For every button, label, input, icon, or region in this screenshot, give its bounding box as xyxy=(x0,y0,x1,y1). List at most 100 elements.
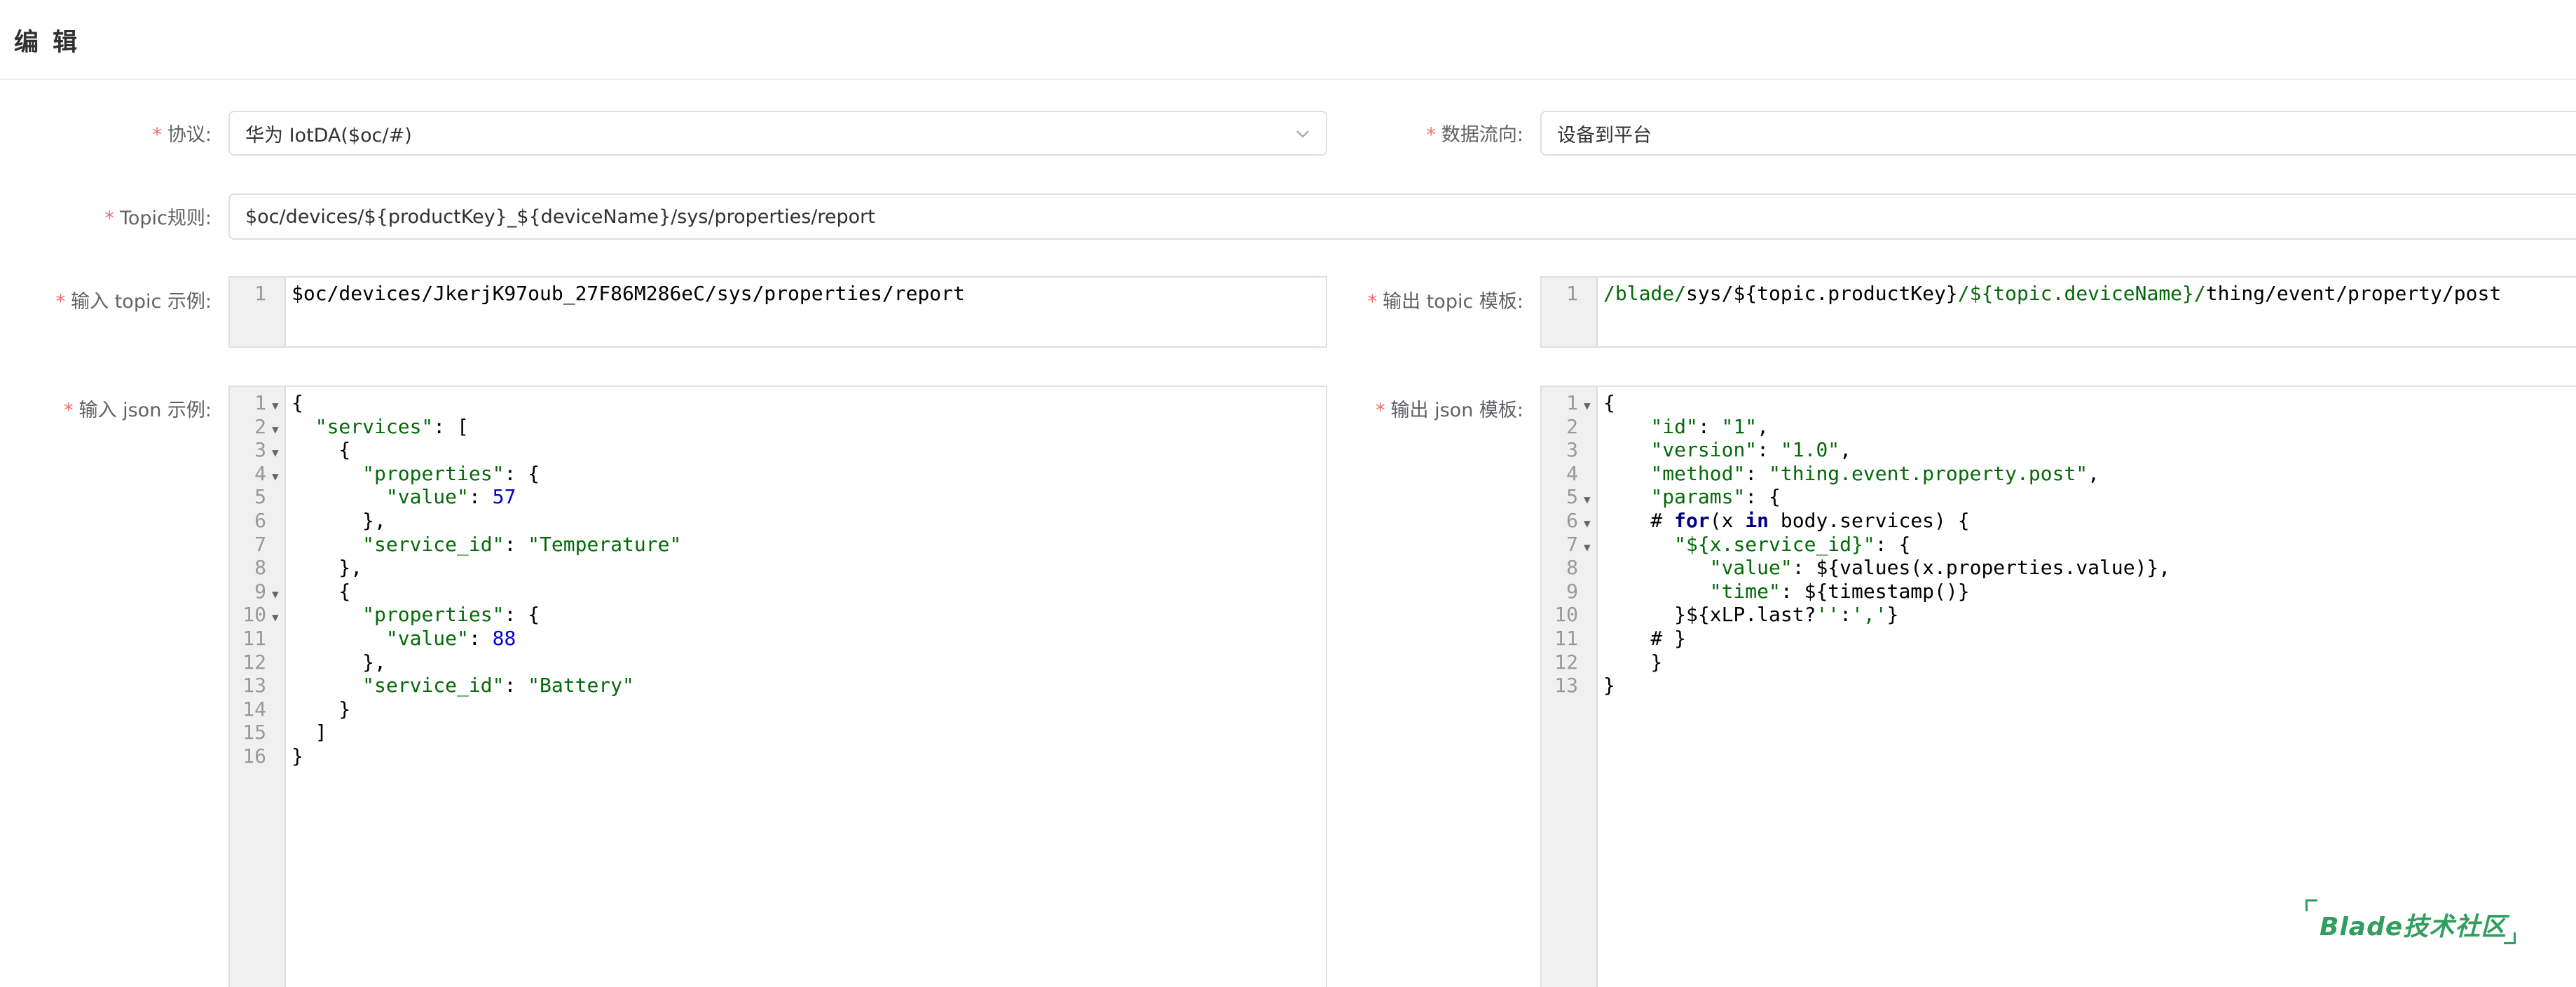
line-number: 15 xyxy=(242,721,266,744)
dialog-header: 编 辑 xyxy=(0,0,2576,80)
flow-value: 设备到平台 xyxy=(1557,124,1652,147)
line-number: 5 xyxy=(1566,485,1578,509)
line-number: 11 xyxy=(242,627,266,650)
fold-arrow-icon[interactable]: ▼ xyxy=(272,606,279,629)
flow-select[interactable]: 设备到平台 xyxy=(1540,111,2576,156)
code-line: "version": "1.0", xyxy=(1650,438,1852,462)
line-number: 11 xyxy=(1554,627,1578,650)
code-line: { xyxy=(292,438,351,462)
line-number: 5 xyxy=(254,485,266,509)
output-json-editor[interactable]: 1 ▼ 2 3 4 5 ▼ 6 ▼ 7 ▼ 8 9 10 11 12 13 { "id": "1", "vers… xyxy=(1540,386,2576,987)
fold-arrow-icon[interactable]: ▼ xyxy=(272,441,279,465)
code-line: "${x.service_id}": { xyxy=(1674,532,1911,556)
code-line: "services": [ xyxy=(315,414,469,438)
code-line: }, xyxy=(292,650,386,674)
line-number: 10 xyxy=(1554,603,1578,627)
fold-arrow-icon[interactable]: ▼ xyxy=(1584,488,1591,512)
code-line: "properties": { xyxy=(362,461,540,485)
topic-rule-label: * Topic规则: xyxy=(104,207,212,229)
line-gutter: 1 ▼ 2 3 4 5 ▼ 6 ▼ 7 ▼ 8 9 10 11 12 13 xyxy=(1542,387,1598,987)
flow-label: * 数据流向: xyxy=(1426,124,1523,146)
line-number: 9 xyxy=(254,579,266,603)
code-area[interactable]: /blade/sys/${topic.productKey}/${topic.d… xyxy=(1603,278,2576,346)
line-gutter: 1 xyxy=(230,278,286,346)
code-area[interactable]: { "id": "1", "version": "1.0", "method":… xyxy=(1603,387,2576,987)
code-line: "value": 88 xyxy=(385,627,516,650)
code-area[interactable]: $oc/devices/JkerjK97oub_27F86M286eC/sys/… xyxy=(292,278,1326,346)
line-number: 8 xyxy=(254,556,266,580)
output-topic-label: * 输出 topic 模板: xyxy=(1367,291,1523,313)
watermark-logo: Blade技术社区 xyxy=(2306,899,2516,944)
line-number: 10 xyxy=(242,603,266,627)
code-line: "params": { xyxy=(1650,485,1781,509)
code-line: "id": "1", xyxy=(1650,414,1769,438)
line-number: 6 xyxy=(254,509,266,532)
code-line: "service_id": "Temperature" xyxy=(362,532,682,556)
line-number: 2 xyxy=(1566,414,1578,438)
line-number: 1 xyxy=(254,391,266,414)
topic-rule-value: $oc/devices/${productKey}_${deviceName}/… xyxy=(245,205,875,228)
line-number: 12 xyxy=(242,650,266,674)
code-line: "properties": { xyxy=(362,603,540,627)
fold-arrow-icon[interactable]: ▼ xyxy=(272,418,279,442)
code-line: "time": ${timestamp()} xyxy=(1709,579,1970,603)
fold-arrow-icon[interactable]: ▼ xyxy=(272,583,279,606)
line-number: 6 xyxy=(1566,509,1578,532)
output-topic-editor[interactable]: 1 /blade/sys/${topic.productKey}/${topic… xyxy=(1540,276,2576,348)
code-line: # } xyxy=(1603,627,1687,650)
code-line: }, xyxy=(292,509,386,532)
line-number: 7 xyxy=(1566,532,1578,556)
code-line: /blade/sys/${topic.productKey}/${topic.d… xyxy=(1603,282,2502,305)
protocol-value: 华为 IotDA($oc/#) xyxy=(245,124,412,147)
code-line: } xyxy=(292,697,351,721)
line-number: 3 xyxy=(254,438,266,462)
fold-arrow-icon[interactable]: ▼ xyxy=(1584,512,1591,536)
topic-rule-input[interactable]: $oc/devices/${productKey}_${deviceName}/… xyxy=(228,193,2576,240)
line-number: 4 xyxy=(254,461,266,485)
line-number: 13 xyxy=(242,674,266,697)
fold-arrow-icon[interactable]: ▼ xyxy=(1584,536,1591,559)
input-json-editor[interactable]: 1 ▼ 2 ▼ 3 ▼ 4 ▼ 5 6 7 8 9 ▼ 10 ▼ 11 12 13 14 15 16 { "service… xyxy=(228,386,1327,987)
line-number: 14 xyxy=(242,697,266,721)
code-line: "method": "thing.event.property.post", xyxy=(1650,461,2100,485)
watermark-text: Blade技术社区 xyxy=(2320,913,2507,941)
input-topic-editor[interactable]: 1 $oc/devices/JkerjK97oub_27F86M286eC/sy… xyxy=(228,276,1327,348)
line-number: 12 xyxy=(1554,650,1578,674)
code-line: $oc/devices/JkerjK97oub_27F86M286eC/sys/… xyxy=(292,282,965,305)
protocol-label: * 协议: xyxy=(152,124,212,146)
code-line: } xyxy=(1603,674,1615,697)
code-line: } xyxy=(292,744,303,768)
fold-arrow-icon[interactable]: ▼ xyxy=(272,394,279,418)
line-number: 3 xyxy=(1566,438,1578,462)
code-area[interactable]: { "services": [ { "properties": { "value… xyxy=(292,387,1326,987)
code-line: "value": ${values(x.properties.value)}, xyxy=(1709,556,2171,580)
code-line: { xyxy=(292,579,351,603)
code-line: "value": 57 xyxy=(385,485,516,509)
line-number: 1 xyxy=(1566,391,1578,414)
output-json-label: * 输出 json 模板: xyxy=(1376,400,1523,421)
code-line: # for(x in body.services) { xyxy=(1603,509,1970,532)
code-line: "service_id": "Battery" xyxy=(362,674,634,697)
protocol-select[interactable]: 华为 IotDA($oc/#) xyxy=(228,111,1327,156)
line-number: 7 xyxy=(254,532,266,556)
line-number: 13 xyxy=(1554,674,1578,697)
line-gutter: 1 xyxy=(1542,278,1598,346)
line-gutter: 1 ▼ 2 ▼ 3 ▼ 4 ▼ 5 6 7 8 9 ▼ 10 ▼ 11 12 13 14 15 16 xyxy=(230,387,286,987)
line-number: 8 xyxy=(1566,556,1578,580)
line-number: 2 xyxy=(254,414,266,438)
code-line: }, xyxy=(292,556,363,580)
line-number: 9 xyxy=(1566,579,1578,603)
input-topic-label: * 输入 topic 示例: xyxy=(55,291,212,313)
chevron-down-icon xyxy=(1296,130,1309,138)
code-line: ] xyxy=(292,721,327,744)
dialog-title: 编 辑 xyxy=(14,29,81,57)
input-json-label: * 输入 json 示例: xyxy=(64,400,212,421)
fold-arrow-icon[interactable]: ▼ xyxy=(272,465,279,489)
code-line: { xyxy=(292,391,303,414)
code-line: { xyxy=(1603,391,1615,414)
line-number: 4 xyxy=(1566,461,1578,485)
code-line: } xyxy=(1603,650,1663,674)
line-number: 16 xyxy=(242,744,266,768)
code-line: }${xLP.last?'':','} xyxy=(1603,603,1899,627)
fold-arrow-icon[interactable]: ▼ xyxy=(1584,394,1591,418)
